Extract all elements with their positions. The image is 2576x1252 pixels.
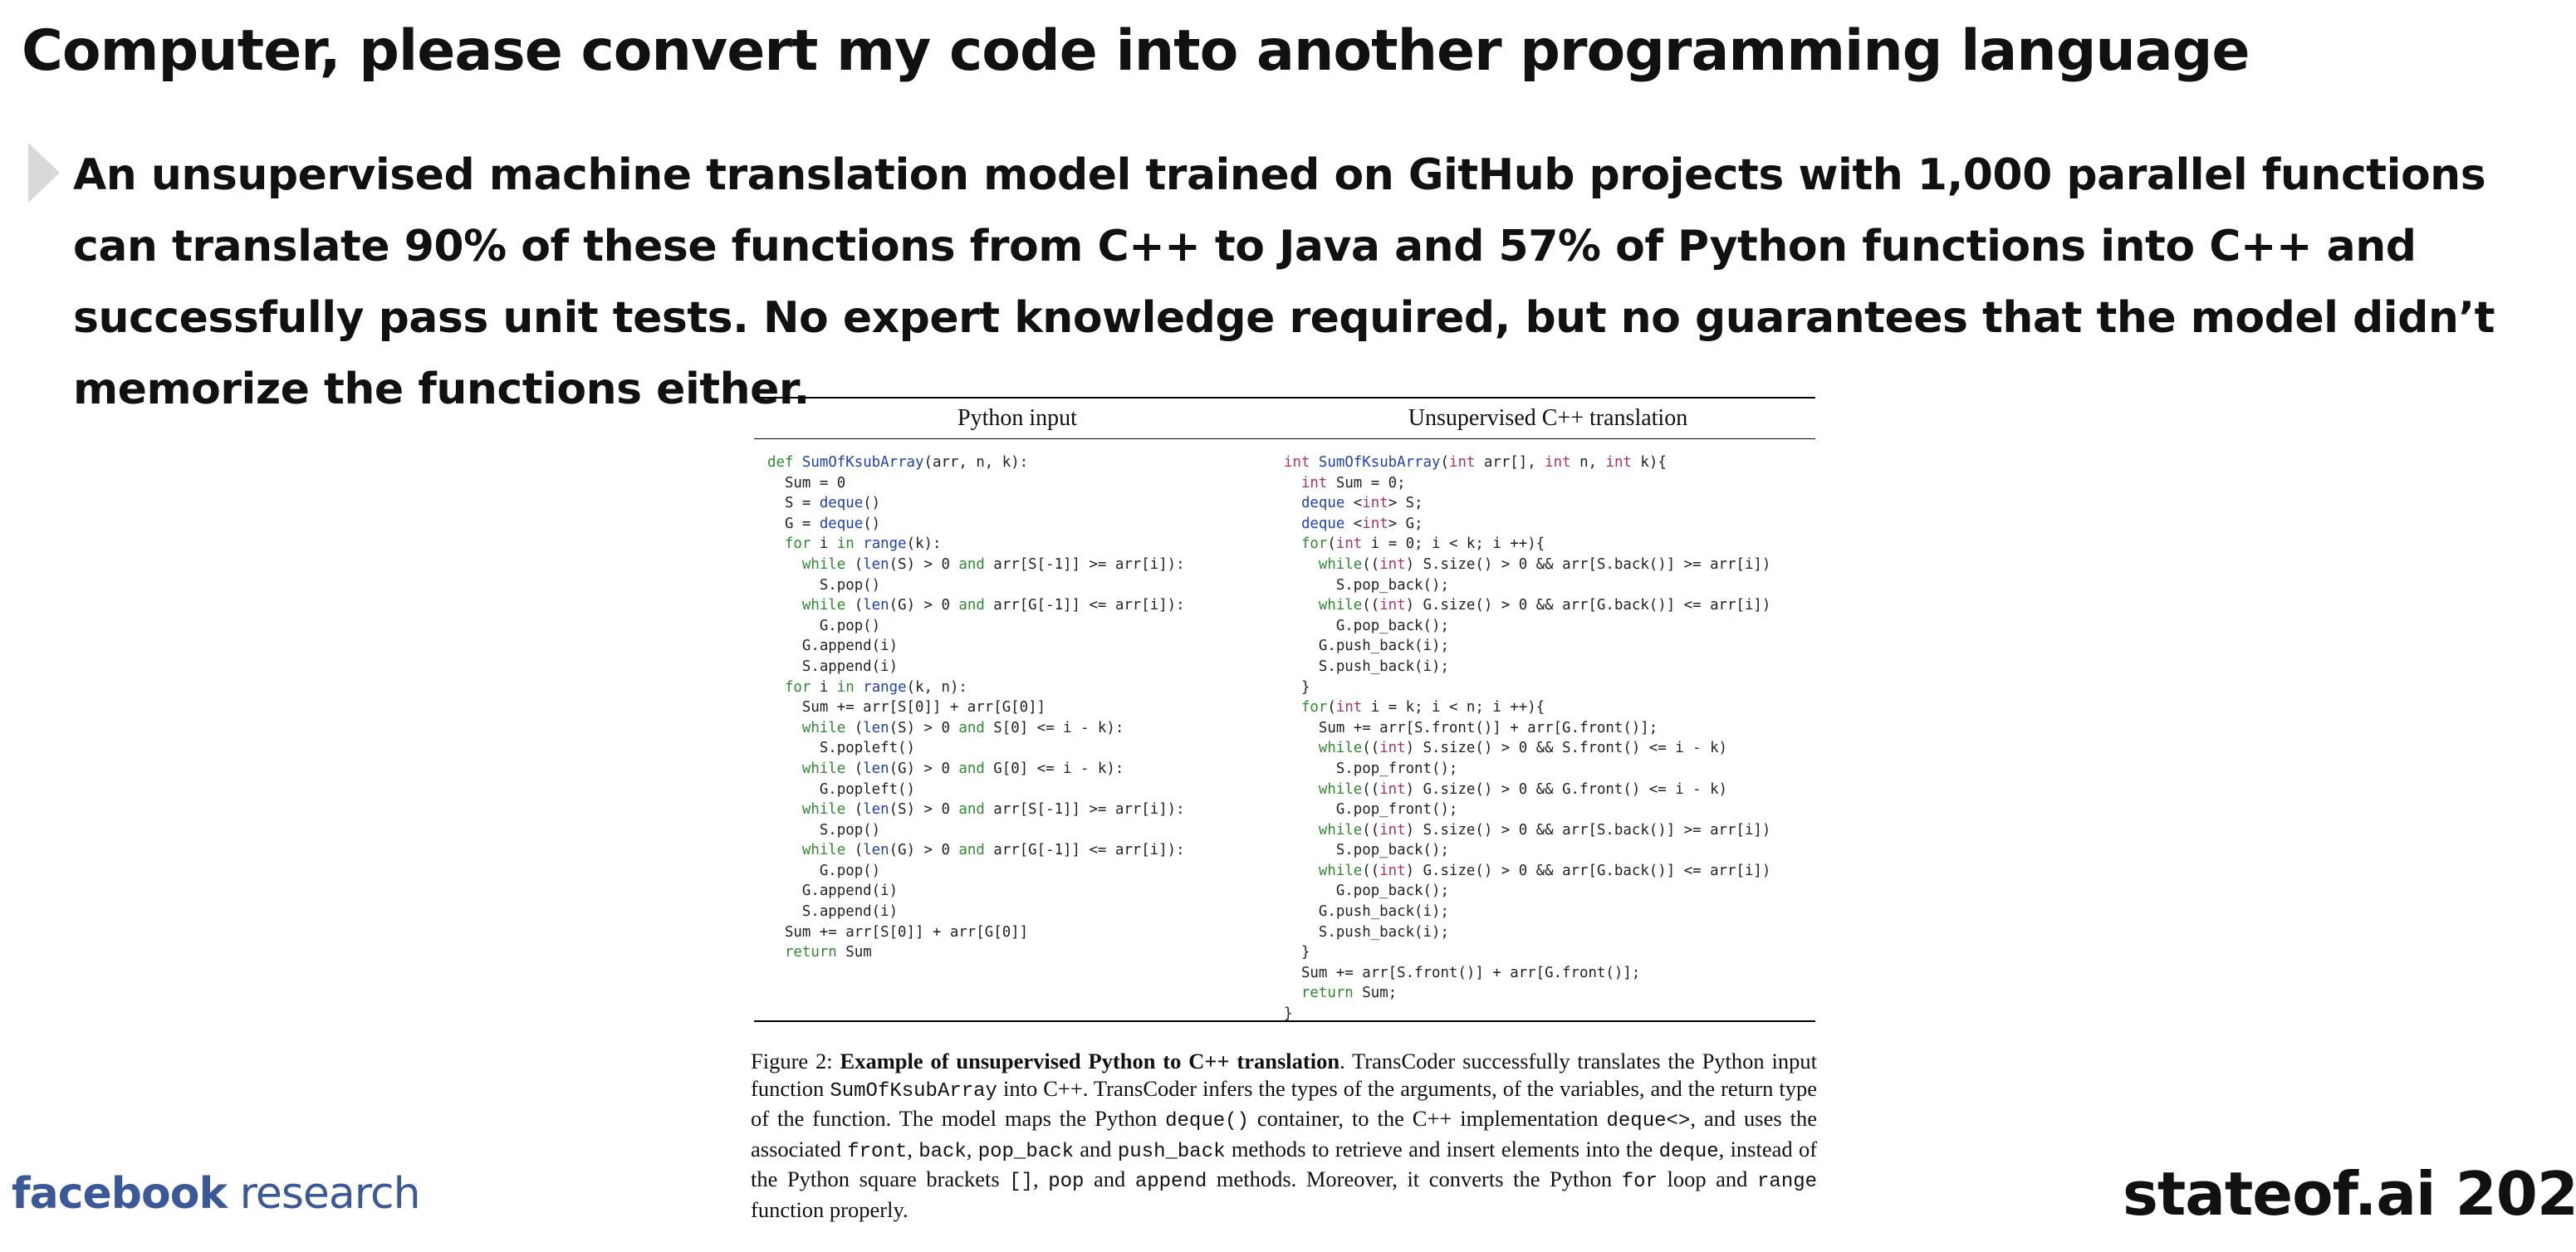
- cpp-code-line: }: [1284, 944, 1310, 961]
- python-code-line: S = deque(): [767, 495, 881, 512]
- python-code-line: return Sum: [784, 944, 872, 961]
- cpp-code-line: while((int) G.size() > 0 && G.front() <=…: [1318, 780, 1728, 798]
- python-code-line: S.pop(): [767, 821, 881, 839]
- python-input-header: Python input: [957, 405, 1077, 431]
- caption-text: ,: [1033, 1166, 1049, 1192]
- python-code-line: G.append(i): [767, 883, 899, 900]
- python-code-line: Sum = 0: [767, 474, 846, 492]
- python-code-line: G.pop(): [767, 862, 881, 879]
- caption-code: range: [1757, 1171, 1818, 1194]
- logo-facebook-word: facebook: [12, 1169, 228, 1219]
- caption-text: ,: [966, 1136, 978, 1162]
- slide-body-text: An unsupervised machine translation mode…: [73, 150, 2495, 414]
- caption-bold-title: Example of unsupervised Python to C++ tr…: [840, 1049, 1340, 1073]
- slide-title: Computer, please convert my code into an…: [22, 18, 2250, 84]
- caption-code: front: [847, 1140, 908, 1163]
- caption-text: ,: [907, 1136, 919, 1162]
- caption-text: methods. Moreover, it converts the Pytho…: [1207, 1166, 1622, 1192]
- bullet-triangle-icon: [28, 143, 60, 203]
- caption-code: pop: [1048, 1171, 1085, 1194]
- caption-code: deque: [1658, 1140, 1719, 1163]
- cpp-code-line: }: [1284, 678, 1310, 696]
- python-code-line: S.append(i): [767, 903, 899, 921]
- cpp-code-line: while((int) S.size() > 0 && S.front() <=…: [1318, 740, 1728, 757]
- python-code-line: Sum += arr[S[0]] + arr[G[0]]: [767, 923, 1029, 941]
- caption-code: append: [1134, 1171, 1207, 1194]
- caption-code: for: [1621, 1171, 1658, 1194]
- facebook-research-logo: facebook research: [12, 1169, 421, 1219]
- cpp-code-line: for(int i = k; i < n; i ++){: [1300, 699, 1545, 716]
- python-code-line: S.popleft(): [767, 740, 915, 757]
- caption-code: []: [1009, 1171, 1034, 1194]
- python-code-line: while (len(S) > 0 and arr[S[-1]] >= arr[…: [801, 555, 1185, 573]
- python-code-line: S.append(i): [767, 658, 899, 675]
- caption-text: function properly.: [751, 1196, 908, 1222]
- cpp-code-line: Sum += arr[S.front()] + arr[G.front()];: [1284, 964, 1641, 981]
- caption-code: pop_back: [977, 1140, 1074, 1163]
- caption-text: loop and: [1657, 1166, 1758, 1192]
- cpp-code-line: int Sum = 0;: [1300, 474, 1406, 492]
- python-code-line: G.pop(): [767, 617, 881, 634]
- caption-code: back: [918, 1140, 967, 1163]
- cpp-code-line: while((int) G.size() > 0 && arr[G.back()…: [1318, 597, 1771, 614]
- python-code-line: G.append(i): [767, 638, 899, 655]
- cpp-code-line: G.push_back(i);: [1284, 903, 1449, 921]
- cpp-code-line: S.pop_back();: [1284, 842, 1449, 859]
- cpp-code-line: for(int i = 0; i < k; i ++){: [1300, 536, 1545, 553]
- figure-header: Python input Unsupervised C++ translatio…: [754, 397, 1815, 439]
- stateofai-brand: stateof.ai 2020: [2123, 1159, 2576, 1229]
- cpp-translation-header: Unsupervised C++ translation: [1408, 405, 1688, 431]
- caption-label: Figure 2:: [751, 1049, 833, 1073]
- cpp-code-line: while((int) S.size() > 0 && arr[S.back()…: [1318, 555, 1771, 573]
- cpp-code-line: while((int) G.size() > 0 && arr[G.back()…: [1318, 862, 1771, 879]
- python-code-line: while (len(S) > 0 and S[0] <= i - k):: [801, 719, 1124, 736]
- python-code-line: Sum += arr[S[0]] + arr[G[0]]: [767, 699, 1046, 716]
- python-code-line: G = deque(): [767, 515, 881, 532]
- caption-text: methods to retrieve and insert elements …: [1225, 1136, 1659, 1162]
- caption-text: container, to the C++ implementation: [1248, 1106, 1607, 1132]
- cpp-code-line: G.pop_back();: [1284, 883, 1449, 900]
- cpp-code-line: int SumOfKsubArray(int arr[], int n, int…: [1284, 454, 1667, 471]
- cpp-code-line: return Sum;: [1300, 985, 1398, 1002]
- cpp-code-line: G.pop_back();: [1284, 617, 1449, 634]
- caption-code: deque<>: [1606, 1110, 1691, 1133]
- caption-code: SumOfKsubArray: [830, 1079, 997, 1103]
- caption-code: deque(): [1165, 1110, 1249, 1133]
- logo-research-word: research: [227, 1169, 421, 1219]
- cpp-code-line: S.push_back(i);: [1284, 923, 1449, 941]
- cpp-code-block: int SumOfKsubArray(int arr[], int n, int…: [1281, 439, 1815, 1022]
- cpp-code-line: Sum += arr[S.front()] + arr[G.front()];: [1284, 719, 1658, 736]
- python-code-line: def SumOfKsubArray(arr, n, k):: [767, 454, 1029, 471]
- python-code-line: S.pop(): [767, 576, 881, 594]
- figure-caption: Figure 2: Example of unsupervised Python…: [751, 1048, 1817, 1224]
- caption-text: and: [1073, 1136, 1118, 1162]
- python-code-line: for i in range(k, n):: [784, 678, 967, 696]
- python-code-line: G.popleft(): [767, 780, 915, 798]
- code-figure: Python input Unsupervised C++ translatio…: [754, 397, 1815, 1022]
- cpp-code-line: deque <int> G;: [1300, 515, 1423, 532]
- cpp-code-line: S.push_back(i);: [1284, 658, 1449, 675]
- python-code-block: def SumOfKsubArray(arr, n, k): Sum = 0 S…: [754, 439, 1281, 1020]
- cpp-code-line: G.pop_front();: [1284, 801, 1458, 819]
- cpp-code-line: G.push_back(i);: [1284, 638, 1449, 655]
- python-code-line: while (len(G) > 0 and arr[G[-1]] <= arr[…: [801, 842, 1185, 859]
- figure-body: def SumOfKsubArray(arr, n, k): Sum = 0 S…: [754, 439, 1815, 1022]
- caption-text: and: [1084, 1166, 1135, 1192]
- cpp-code-line: S.pop_front();: [1284, 760, 1458, 777]
- cpp-code-line: S.pop_back();: [1284, 576, 1449, 594]
- python-code-line: while (len(G) > 0 and arr[G[-1]] <= arr[…: [801, 597, 1185, 614]
- cpp-code-line: }: [1284, 1005, 1293, 1023]
- python-code-line: while (len(G) > 0 and G[0] <= i - k):: [801, 760, 1124, 777]
- cpp-code-line: deque <int> S;: [1300, 495, 1423, 512]
- python-code-line: for i in range(k):: [784, 536, 942, 553]
- python-code-line: while (len(S) > 0 and arr[S[-1]] >= arr[…: [801, 801, 1185, 819]
- cpp-code-line: while((int) S.size() > 0 && arr[S.back()…: [1318, 821, 1771, 839]
- caption-code: push_back: [1117, 1140, 1226, 1163]
